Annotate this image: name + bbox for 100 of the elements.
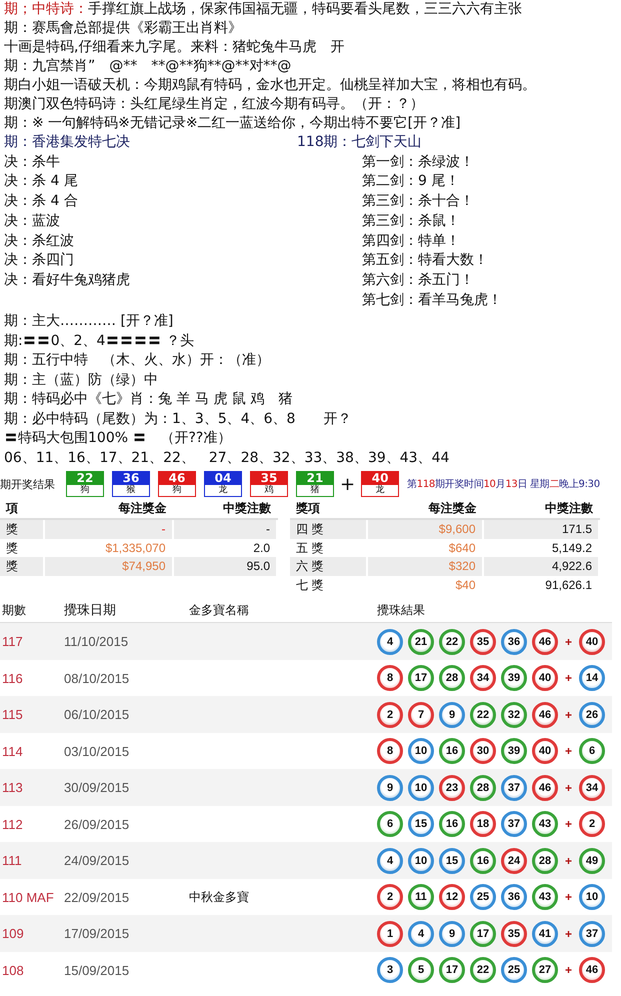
lottery-ball: 28 xyxy=(439,665,465,692)
table-cell: 17/09/2015 xyxy=(64,926,130,942)
column-header: 攪珠結果 xyxy=(377,602,426,619)
lottery-ball: 24 xyxy=(501,848,527,874)
table-cell: 06/10/2015 xyxy=(64,707,130,722)
lottery-ball: 46 xyxy=(532,774,558,801)
poem-line: 期：※ 一句解特码※无错记录※二红一蓝送给你，今期出特不要它[开？准] xyxy=(4,114,462,133)
table-cell: 11/10/2015 xyxy=(64,634,128,650)
table-cell: 中秋金多寶 xyxy=(189,890,249,904)
tip-line: 期：主大………… [开？准] xyxy=(4,312,174,332)
tip-item: 决：杀牛 xyxy=(4,152,61,172)
lottery-ball: 35 xyxy=(501,920,527,947)
lottery-ball: 2 xyxy=(377,702,403,728)
draw-info-text: 13 xyxy=(505,479,518,490)
lottery-ball: 26 xyxy=(579,702,606,728)
lottery-ball: 40 xyxy=(532,738,558,764)
lottery-ball: 8 xyxy=(377,665,403,692)
lottery-ball: 7 xyxy=(408,702,434,728)
lottery-ball: 1 xyxy=(377,920,403,947)
table-cell: - xyxy=(44,519,172,539)
plus-sign: + xyxy=(565,671,572,686)
table-cell: $74,950 xyxy=(44,557,172,576)
table-cell: $320 xyxy=(367,557,482,576)
lottery-ball: 6 xyxy=(579,738,606,764)
tip-line: 期：特码必中《七》肖：兔 羊 马 虎 鼠 鸡 猪 xyxy=(4,390,294,410)
draw-info-text: 第 xyxy=(407,479,417,490)
tip-item: 决：杀 4 合 xyxy=(4,192,79,212)
tip-item: 第三剑：杀鼠！ xyxy=(362,212,461,231)
lottery-ball: 17 xyxy=(470,920,496,947)
plus-sign: + xyxy=(565,963,572,978)
lottery-ball: 22 xyxy=(439,628,465,655)
table-cell: 117 xyxy=(2,634,23,650)
results-label: 期开奖结果 xyxy=(0,476,56,492)
table-cell: 22/09/2015 xyxy=(64,890,130,905)
lottery-ball: 16 xyxy=(439,811,465,838)
lottery-ball: 46 xyxy=(532,628,558,655)
lottery-ball: 21 xyxy=(408,628,434,655)
number-tile: 21 猪 xyxy=(296,471,334,498)
tip-item: 决：看好牛兔鸡猪虎 xyxy=(4,270,131,290)
poem-line: 期澳门双色特码诗：头红尾绿生肖定，红波今期有码寻。（开：？） xyxy=(4,95,425,114)
number-tile: 35 鸡 xyxy=(250,471,288,498)
tip-item: 第一剑：杀绿波！ xyxy=(362,152,475,172)
draw-info-text: 月 xyxy=(496,479,506,490)
lottery-ball: 22 xyxy=(470,702,496,728)
table-cell: 109 xyxy=(2,926,24,942)
tip-item: 第六剑：杀五门！ xyxy=(362,270,475,290)
table-cell: 15/09/2015 xyxy=(64,962,130,978)
lottery-ball: 16 xyxy=(439,738,465,764)
lottery-ball: 9 xyxy=(439,920,465,947)
table-cell: 26/09/2015 xyxy=(64,816,130,832)
poem-line: 期：赛馬會总部提供《彩霸王出肖料》 xyxy=(4,19,243,38)
table-cell: 24/09/2015 xyxy=(64,853,130,868)
draw-info-text: 118 xyxy=(416,479,435,490)
lottery-ball: 35 xyxy=(470,628,496,655)
lottery-ball: 2 xyxy=(377,884,403,910)
lottery-ball: 41 xyxy=(532,920,558,947)
lottery-ball: 37 xyxy=(579,920,606,947)
table-cell: 115 xyxy=(2,707,23,722)
draw-info-text: 晚上9:30 xyxy=(559,479,600,490)
lottery-ball: 2 xyxy=(579,811,606,838)
lottery-ball: 30 xyxy=(470,738,496,764)
tip-line: 期：五行中特 （木、火、水）开：（准） xyxy=(4,351,271,370)
table-cell: 08/10/2015 xyxy=(64,670,130,686)
plus-sign: + xyxy=(565,634,572,649)
lottery-ball: 14 xyxy=(579,665,606,692)
tip-line: 06、11、16、17、21、22、 27、28、32、33、38、39、43、44 xyxy=(4,448,450,468)
tip-line: 期：主（蓝）防（绿）中 xyxy=(4,370,159,390)
number-tile: 40 龙 xyxy=(361,471,400,498)
plus-sign: + xyxy=(340,474,356,495)
lottery-ball: 15 xyxy=(408,811,434,838)
table-cell: 獎 xyxy=(0,557,44,576)
lottery-ball: 4 xyxy=(377,628,403,655)
lottery-ball: 40 xyxy=(579,628,606,655)
poem-line: 期；中特诗：手撑红旗上战场，保家伟国福无疆，特码要看头尾数，三三六六有主张 xyxy=(4,0,523,19)
plus-sign: + xyxy=(565,780,572,795)
lottery-ball: 9 xyxy=(377,774,403,801)
column-header: 金多寶名稱 xyxy=(189,602,250,619)
lottery-ball: 10 xyxy=(408,774,434,801)
tip-item: 决：杀 4 尾 xyxy=(4,172,79,192)
lottery-ball: 39 xyxy=(501,738,527,764)
lottery-ball: 46 xyxy=(579,957,606,984)
lottery-ball: 27 xyxy=(532,957,558,984)
number-tile: 46 狗 xyxy=(158,471,196,498)
lottery-ball: 12 xyxy=(439,884,465,910)
draw-info-text: 期开奖时间 xyxy=(434,479,484,490)
tip-item: 决：蓝波 xyxy=(4,212,61,231)
tip-item: 决：杀红波 xyxy=(4,232,75,251)
lottery-ball: 28 xyxy=(532,848,558,874)
table-cell: $40 xyxy=(367,576,482,594)
tip-item: 第二剑：9 尾！ xyxy=(362,172,460,192)
table-cell: 113 xyxy=(2,780,23,796)
lottery-ball: 37 xyxy=(501,774,527,801)
lottery-ball: 46 xyxy=(532,702,558,728)
plus-sign: + xyxy=(565,708,572,722)
table-cell: 108 xyxy=(2,962,24,978)
draw-info-text: 二 xyxy=(549,479,560,490)
table-cell: 114 xyxy=(2,744,23,759)
plus-sign: + xyxy=(565,926,572,941)
section-title: 期：香港集发特七决 xyxy=(4,133,131,152)
table-cell: 112 xyxy=(2,816,23,832)
